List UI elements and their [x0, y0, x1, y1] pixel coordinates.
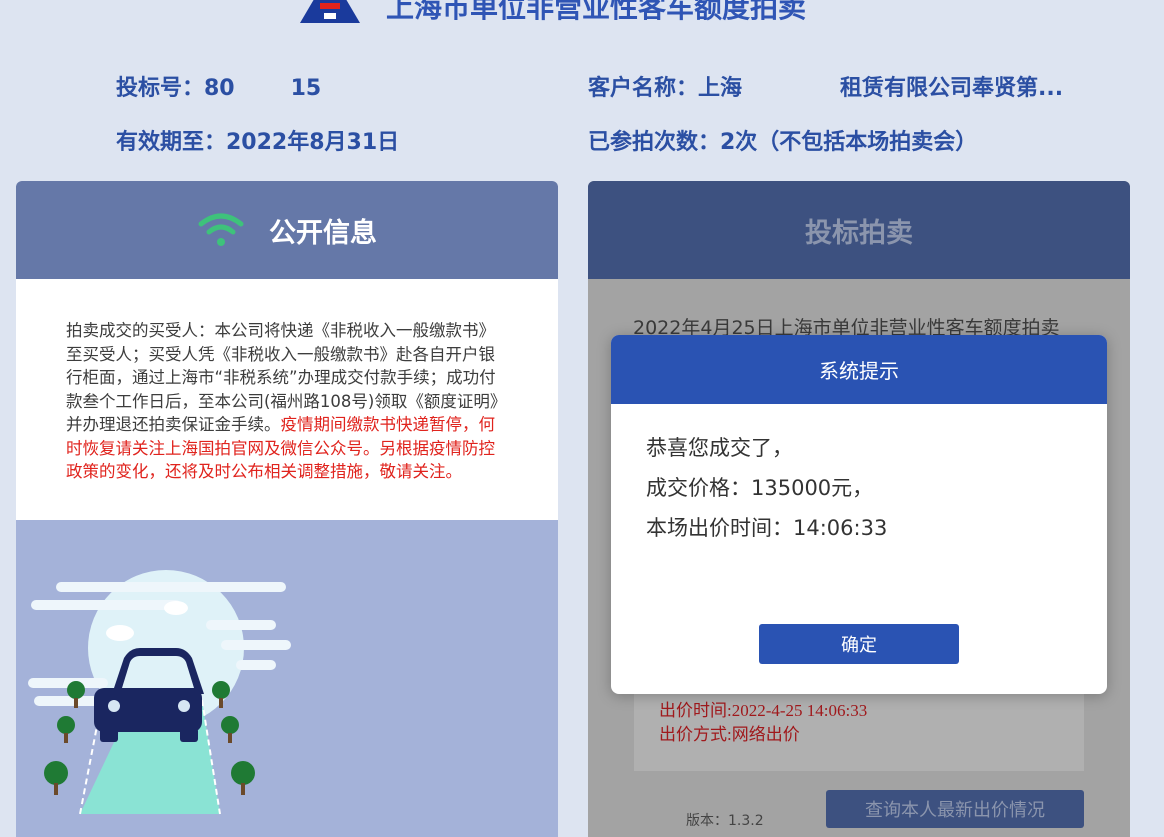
bidding-header: 投标拍卖 [588, 181, 1130, 279]
ok-button[interactable]: 确定 [759, 624, 959, 664]
system-prompt-dialog: 系统提示 恭喜您成交了， 成交价格：135000元， 本场出价时间：14:06:… [611, 335, 1107, 694]
page-header: 上海市单位非营业性客车额度拍卖 [300, 0, 806, 26]
dialog-line-congrats: 恭喜您成交了， [646, 436, 793, 460]
logo-icon [300, 0, 360, 23]
public-info-title: 公开信息 [269, 217, 377, 249]
customer-name-right: 租赁有限公司奉贤第... [840, 76, 1064, 101]
public-info-header: 公开信息 [16, 181, 558, 279]
page-title: 上海市单位非营业性客车额度拍卖 [386, 0, 807, 24]
bid-number: 投标号：80 15 [116, 70, 321, 102]
query-latest-bid-button[interactable]: 查询本人最新出价情况 [826, 790, 1084, 828]
attempt-count: 已参拍次数：2次（不包括本场拍卖会） [588, 130, 978, 155]
version-label: 版本：1.3.2 [686, 813, 764, 829]
customer-name: 客户名称：上海 租赁有限公司奉贤第... [588, 70, 1063, 102]
customer-name-left: 客户名称：上海 [588, 76, 743, 101]
wifi-icon [198, 213, 244, 246]
dialog-line-time: 本场出价时间：14:06:33 [646, 516, 888, 540]
dialog-line-price: 成交价格：135000元， [646, 476, 874, 500]
bid-number-tail: 15 [290, 76, 322, 101]
dialog-message: 恭喜您成交了， 成交价格：135000元， 本场出价时间：14:06:33 [611, 404, 1107, 548]
bidding-title: 投标拍卖 [805, 217, 913, 249]
notice-text: 拍卖成交的买受人：本公司将快递《非税收入一般缴款书》至买受人；买受人凭《非税收入… [16, 279, 558, 520]
car-illustration [16, 520, 558, 837]
public-info-panel: 公开信息 拍卖成交的买受人：本公司将快递《非税收入一般缴款书》至买受人；买受人凭… [16, 181, 558, 837]
bid-method: 出价方式:网络出价 [659, 725, 800, 744]
bid-time: 出价时间:2022-4-25 14:06:33 [659, 701, 868, 720]
dialog-title: 系统提示 [611, 335, 1107, 404]
expiry-date: 有效期至：2022年8月31日 [116, 130, 400, 155]
bid-number-label: 投标号：80 [116, 76, 235, 101]
